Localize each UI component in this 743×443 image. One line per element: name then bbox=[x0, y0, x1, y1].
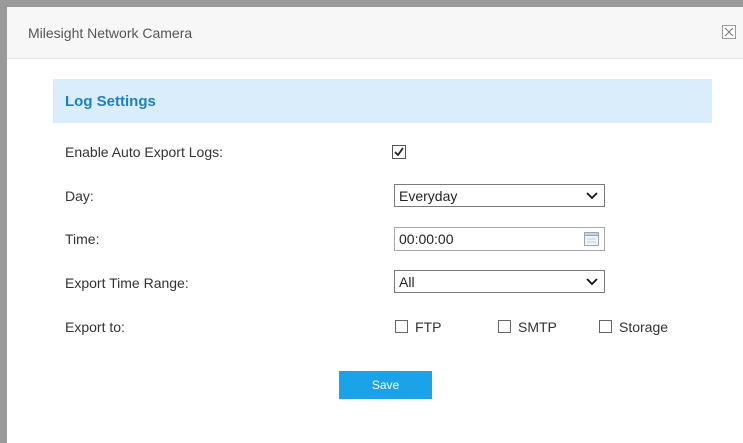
dialog-titlebar: Milesight Network Camera bbox=[7, 7, 743, 59]
checkmark-icon bbox=[394, 147, 404, 157]
day-select[interactable]: Everyday bbox=[394, 184, 605, 207]
day-select-value: Everyday bbox=[399, 188, 458, 204]
ftp-label: FTP bbox=[415, 319, 442, 335]
log-settings-dialog: Milesight Network Camera Log Settings En… bbox=[7, 7, 743, 443]
window-frame-left bbox=[0, 0, 7, 443]
section-header: Log Settings bbox=[53, 79, 712, 123]
export-to-label: Export to: bbox=[65, 319, 125, 335]
range-select[interactable]: All bbox=[394, 270, 605, 293]
dialog-title: Milesight Network Camera bbox=[28, 25, 193, 41]
section-title: Log Settings bbox=[65, 93, 156, 110]
ftp-checkbox[interactable] bbox=[395, 320, 408, 333]
range-label: Export Time Range: bbox=[65, 275, 189, 291]
smtp-checkbox[interactable] bbox=[498, 320, 511, 333]
chevron-down-icon bbox=[586, 278, 598, 286]
storage-label: Storage bbox=[619, 319, 669, 335]
chevron-down-icon bbox=[586, 192, 598, 200]
smtp-label: SMTP bbox=[518, 319, 557, 335]
day-label: Day: bbox=[65, 188, 94, 204]
time-input[interactable]: 00:00:00 bbox=[394, 227, 605, 251]
close-icon[interactable] bbox=[722, 25, 736, 39]
time-input-value: 00:00:00 bbox=[399, 231, 454, 247]
time-label: Time: bbox=[65, 231, 100, 247]
storage-checkbox[interactable] bbox=[599, 320, 612, 333]
range-select-value: All bbox=[399, 274, 415, 290]
save-button[interactable]: Save bbox=[339, 371, 432, 399]
auto-export-label: Enable Auto Export Logs: bbox=[65, 144, 223, 160]
window-frame-top bbox=[0, 0, 743, 7]
auto-export-checkbox[interactable] bbox=[392, 145, 406, 159]
calendar-icon[interactable] bbox=[584, 232, 599, 246]
